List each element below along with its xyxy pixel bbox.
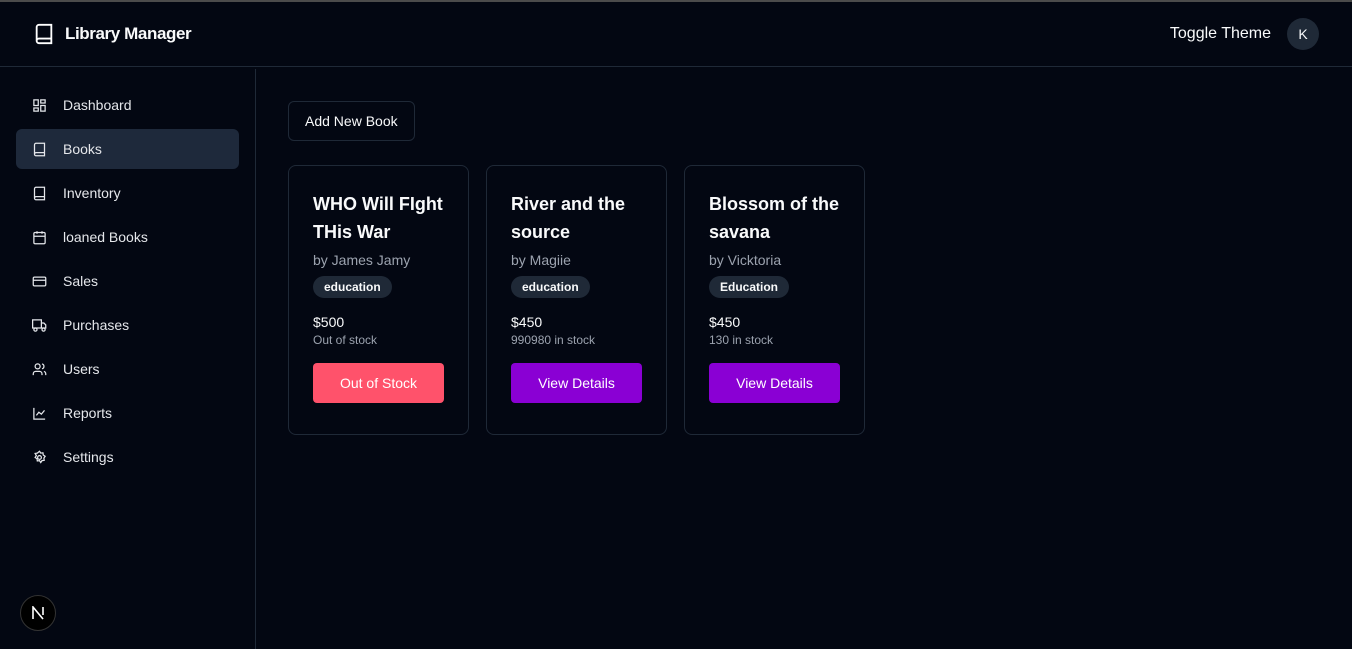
- main-content: Add New Book WHO Will FIght THis War by …: [288, 101, 865, 435]
- sidebar-item-label: Purchases: [63, 317, 130, 333]
- book-price: $450: [709, 314, 741, 330]
- category-badge: education: [313, 276, 392, 298]
- category-badge: education: [511, 276, 590, 298]
- sidebar-item-users[interactable]: Users: [16, 349, 239, 389]
- book-price: $450: [511, 314, 543, 330]
- sidebar-item-books[interactable]: Books: [16, 129, 239, 169]
- book-author: by Vicktoria: [709, 252, 782, 268]
- truck-icon: [32, 318, 47, 332]
- sidebar-item-sales[interactable]: Sales: [16, 261, 239, 301]
- book-author: by James Jamy: [313, 252, 411, 268]
- book-title: River and the source: [511, 194, 626, 242]
- sidebar-item-label: Inventory: [63, 185, 121, 201]
- book-icon: [33, 142, 46, 156]
- view-details-button[interactable]: View Details: [709, 363, 840, 403]
- users-icon: [32, 362, 47, 375]
- sidebar-item-label: Reports: [63, 405, 113, 421]
- chart-icon: [33, 407, 46, 420]
- book-title: WHO Will FIght THis War: [313, 194, 443, 242]
- book-title: Blossom of the savana: [709, 194, 840, 242]
- toggle-theme-button[interactable]: Toggle Theme: [1170, 25, 1271, 43]
- sidebar-item-label: Users: [63, 361, 100, 377]
- dashboard-icon: [33, 98, 46, 112]
- book-card: River and the source by Magiie education…: [486, 165, 667, 435]
- add-new-book-button[interactable]: Add New Book: [288, 101, 415, 141]
- avatar[interactable]: K: [1287, 18, 1319, 50]
- stock-status: 990980 in stock: [511, 333, 596, 347]
- credit-card-icon: [32, 276, 47, 286]
- nextjs-logo-icon: [32, 606, 44, 620]
- brand[interactable]: Library Manager: [33, 22, 192, 46]
- gear-icon: [34, 449, 46, 464]
- sidebar-item-label: Dashboard: [63, 97, 132, 113]
- sidebar-item-reports[interactable]: Reports: [16, 393, 239, 433]
- sidebar-item-label: loaned Books: [63, 229, 148, 245]
- sidebar-item-dashboard[interactable]: Dashboard: [16, 85, 239, 125]
- sidebar-item-label: Sales: [63, 273, 99, 289]
- book-price: $500: [313, 314, 345, 330]
- sidebar-item-label: Books: [63, 141, 102, 157]
- app-title: Library Manager: [65, 24, 192, 43]
- sidebar: Dashboard Books Inventory loaned Books Sales…: [0, 69, 256, 649]
- book-card: WHO Will FIght THis War by James Jamy ed…: [288, 165, 469, 435]
- book-author: by Magiie: [511, 252, 571, 268]
- book-icon: [35, 23, 53, 45]
- stock-status: Out of stock: [313, 333, 378, 347]
- sidebar-item-purchases[interactable]: Purchases: [16, 305, 239, 345]
- view-details-button[interactable]: View Details: [511, 363, 642, 403]
- sidebar-item-label: Settings: [63, 449, 114, 465]
- sidebar-item-loaned-books[interactable]: loaned Books: [16, 217, 239, 257]
- sidebar-item-settings[interactable]: Settings: [16, 437, 239, 477]
- sidebar-item-inventory[interactable]: Inventory: [16, 173, 239, 213]
- out-of-stock-button[interactable]: Out of Stock: [313, 363, 444, 403]
- top-bar: Library Manager Toggle Theme K: [0, 2, 1352, 67]
- stock-status: 130 in stock: [709, 333, 774, 347]
- nextjs-dev-button[interactable]: [20, 595, 56, 631]
- calendar-icon: [33, 230, 46, 244]
- book-card: Blossom of the savana by Vicktoria Educa…: [684, 165, 865, 435]
- book-icon: [33, 186, 46, 200]
- category-badge: Education: [709, 276, 790, 298]
